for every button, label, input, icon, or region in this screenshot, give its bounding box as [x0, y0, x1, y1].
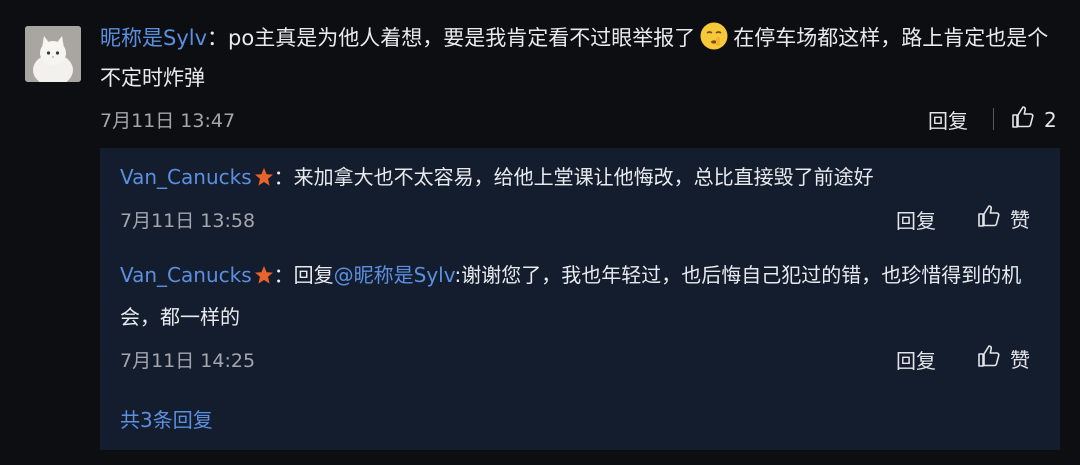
star-badge-icon: [254, 257, 274, 284]
replies-panel: Van_Canucks ：来加拿大也不太容易，给他上堂课让他悔改，总比直接毁了前途…: [100, 148, 1060, 450]
reply-username[interactable]: Van_Canucks: [120, 263, 252, 287]
comment-text-part1: po主真是为他人着想，要是我肯定看不过眼举报了: [228, 26, 696, 50]
reply-prefix: 回复: [293, 263, 334, 287]
reply-time: 7月11日 13:58: [120, 210, 256, 232]
reply-reply-button[interactable]: 回复: [896, 205, 936, 234]
cat-avatar-image: [25, 26, 81, 82]
comment-time: 7月11日 13:47: [100, 110, 236, 132]
reply-item: Van_Canucks ：回复@昵称是Sylv:谢谢您了，我也年轻过，也后悔自己犯…: [120, 254, 1040, 338]
action-divider: [993, 108, 994, 130]
thumbs-up-icon: [976, 203, 1002, 234]
comment-like-button[interactable]: 2: [1010, 104, 1057, 135]
comment-separator: ：: [207, 26, 229, 50]
avatar[interactable]: [25, 26, 81, 82]
reply-username[interactable]: Van_Canucks: [120, 165, 252, 189]
total-replies-link[interactable]: 共3条回复: [120, 404, 213, 433]
reply-like-label: 赞: [1010, 208, 1030, 232]
comment-meta: 7月11日 13:47: [100, 106, 235, 133]
reply-time: 7月11日 14:25: [120, 350, 256, 372]
reply-text: 来加拿大也不太容易，给他上堂课让他悔改，总比直接毁了前途好: [293, 165, 874, 189]
comment-username[interactable]: 昵称是Sylv: [100, 26, 207, 50]
main-comment: 昵称是Sylv：po主真是为他人着想，要是我肯定看不过眼举报了 在停车场都这样，路…: [100, 18, 1050, 98]
reply-separator: ：: [273, 165, 294, 189]
reply-item: Van_Canucks ：来加拿大也不太容易，给他上堂课让他悔改，总比直接毁了前途…: [120, 156, 1040, 198]
thumbs-up-icon: [1010, 104, 1036, 135]
reply-separator: ：: [273, 263, 294, 287]
shushing-face-emoji-icon: [699, 21, 729, 51]
reply-like-button[interactable]: 赞: [976, 203, 1030, 234]
comment-reply-button[interactable]: 回复: [928, 105, 968, 134]
reply-like-button[interactable]: 赞: [976, 343, 1030, 374]
thumbs-up-icon: [976, 343, 1002, 374]
reply-like-label: 赞: [1010, 348, 1030, 372]
reply-reply-button[interactable]: 回复: [896, 345, 936, 374]
reply-mention-link[interactable]: @昵称是Sylv: [334, 263, 455, 287]
comment-like-count: 2: [1044, 107, 1057, 132]
reply-meta: 7月11日 14:25: [120, 346, 255, 373]
reply-meta: 7月11日 13:58: [120, 206, 255, 233]
star-badge-icon: [254, 159, 274, 186]
